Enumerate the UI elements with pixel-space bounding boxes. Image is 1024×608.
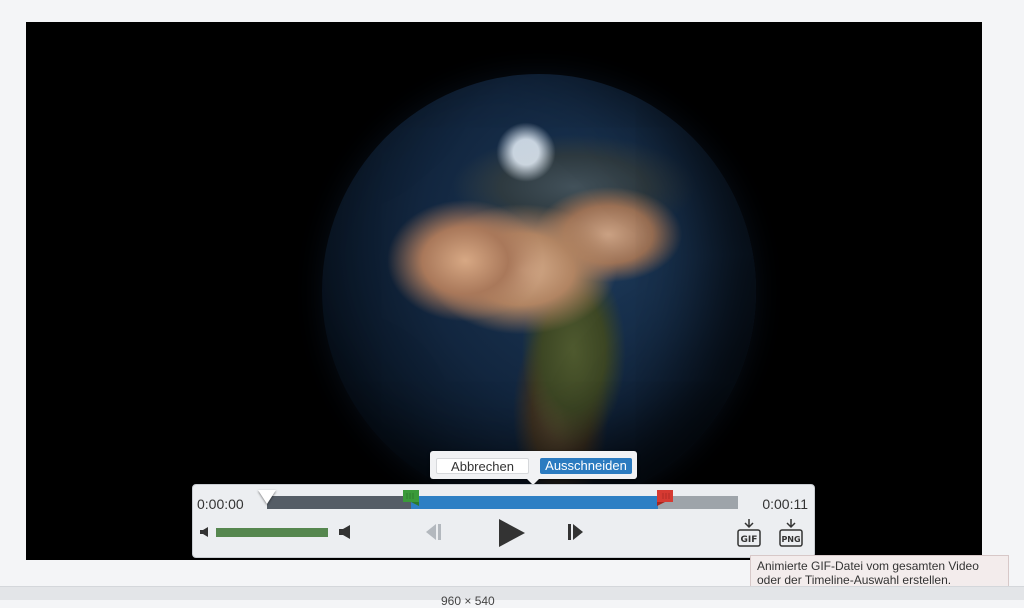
trim-popup: Abbrechen Ausschneiden [430, 451, 637, 485]
play-icon[interactable] [496, 518, 526, 548]
png-label: PNG [781, 535, 800, 544]
timeline[interactable] [258, 490, 738, 509]
volume-slider[interactable] [216, 528, 328, 537]
gif-label: GIF [741, 535, 758, 545]
step-forward-icon[interactable] [565, 522, 587, 542]
volume-low-icon[interactable] [199, 526, 210, 538]
tooltip: Animierte GIF-Datei vom gesamten Video o… [750, 555, 1009, 589]
cancel-button[interactable]: Abbrechen [436, 458, 529, 474]
trim-end-marker-icon[interactable] [656, 490, 673, 506]
player-controls: 0:00:00 0:00:11 GIF PNG [192, 484, 815, 558]
current-time: 0:00:00 [197, 496, 244, 512]
trim-start-marker-icon[interactable] [402, 490, 419, 506]
cut-button[interactable]: Ausschneiden [540, 458, 632, 474]
export-png-icon[interactable]: PNG [778, 518, 804, 548]
video-frame-earth [322, 74, 756, 508]
step-back-icon[interactable] [423, 522, 445, 542]
video-viewport[interactable] [26, 22, 982, 560]
timeline-selection[interactable] [410, 496, 658, 509]
status-bar: 960 × 540 [0, 586, 1024, 607]
export-gif-icon[interactable]: GIF [736, 518, 762, 548]
video-resolution: 960 × 540 [441, 594, 495, 608]
total-time: 0:00:11 [762, 496, 808, 512]
playhead-icon[interactable] [258, 490, 276, 504]
volume-high-icon[interactable] [338, 524, 352, 540]
